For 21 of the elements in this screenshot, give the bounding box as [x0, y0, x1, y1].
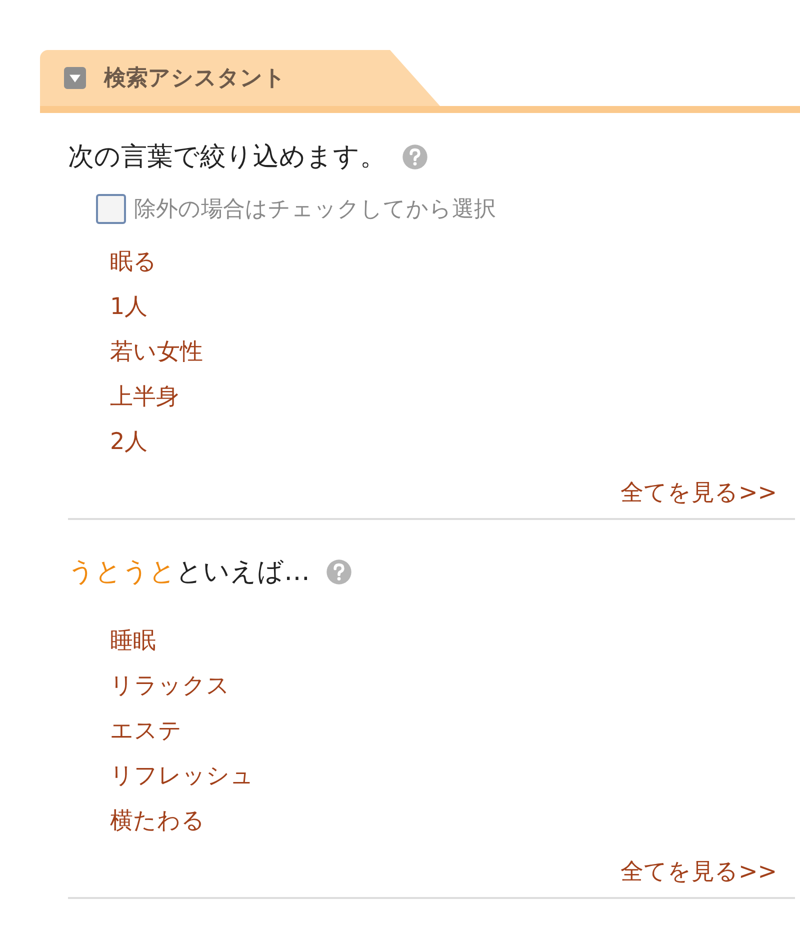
- panel-title: 検索アシスタント: [104, 65, 286, 93]
- help-icon[interactable]: [402, 144, 428, 170]
- section-heading: 次の言葉で絞り込めます。: [68, 141, 386, 174]
- help-icon[interactable]: [326, 558, 352, 584]
- keyword-link[interactable]: 上半身: [110, 384, 179, 410]
- see-all-link[interactable]: 全てを見る>>: [620, 859, 777, 885]
- keyword-link[interactable]: 眠る: [110, 249, 157, 275]
- keyword-link[interactable]: リラックス: [110, 673, 230, 699]
- keyword-link[interactable]: リフレッシュ: [110, 763, 254, 789]
- keyword-link[interactable]: 横たわる: [110, 808, 205, 834]
- keyword-link[interactable]: 若い女性: [110, 339, 203, 365]
- keyword-link[interactable]: 1人: [110, 294, 148, 320]
- keyword-link[interactable]: 睡眠: [110, 628, 156, 654]
- checkbox-label: 除外の場合はチェックしてから選択: [134, 196, 496, 224]
- keyword-link[interactable]: エステ: [110, 718, 182, 744]
- section-heading: うとうと といえば…: [68, 556, 310, 589]
- keyword-link[interactable]: 2人: [110, 429, 148, 455]
- collapse-toggle-icon[interactable]: [64, 67, 86, 89]
- panel-tab[interactable]: 検索アシスタント: [40, 50, 440, 106]
- see-all-link[interactable]: 全てを見る>>: [620, 480, 777, 506]
- exclude-checkbox[interactable]: [96, 194, 126, 224]
